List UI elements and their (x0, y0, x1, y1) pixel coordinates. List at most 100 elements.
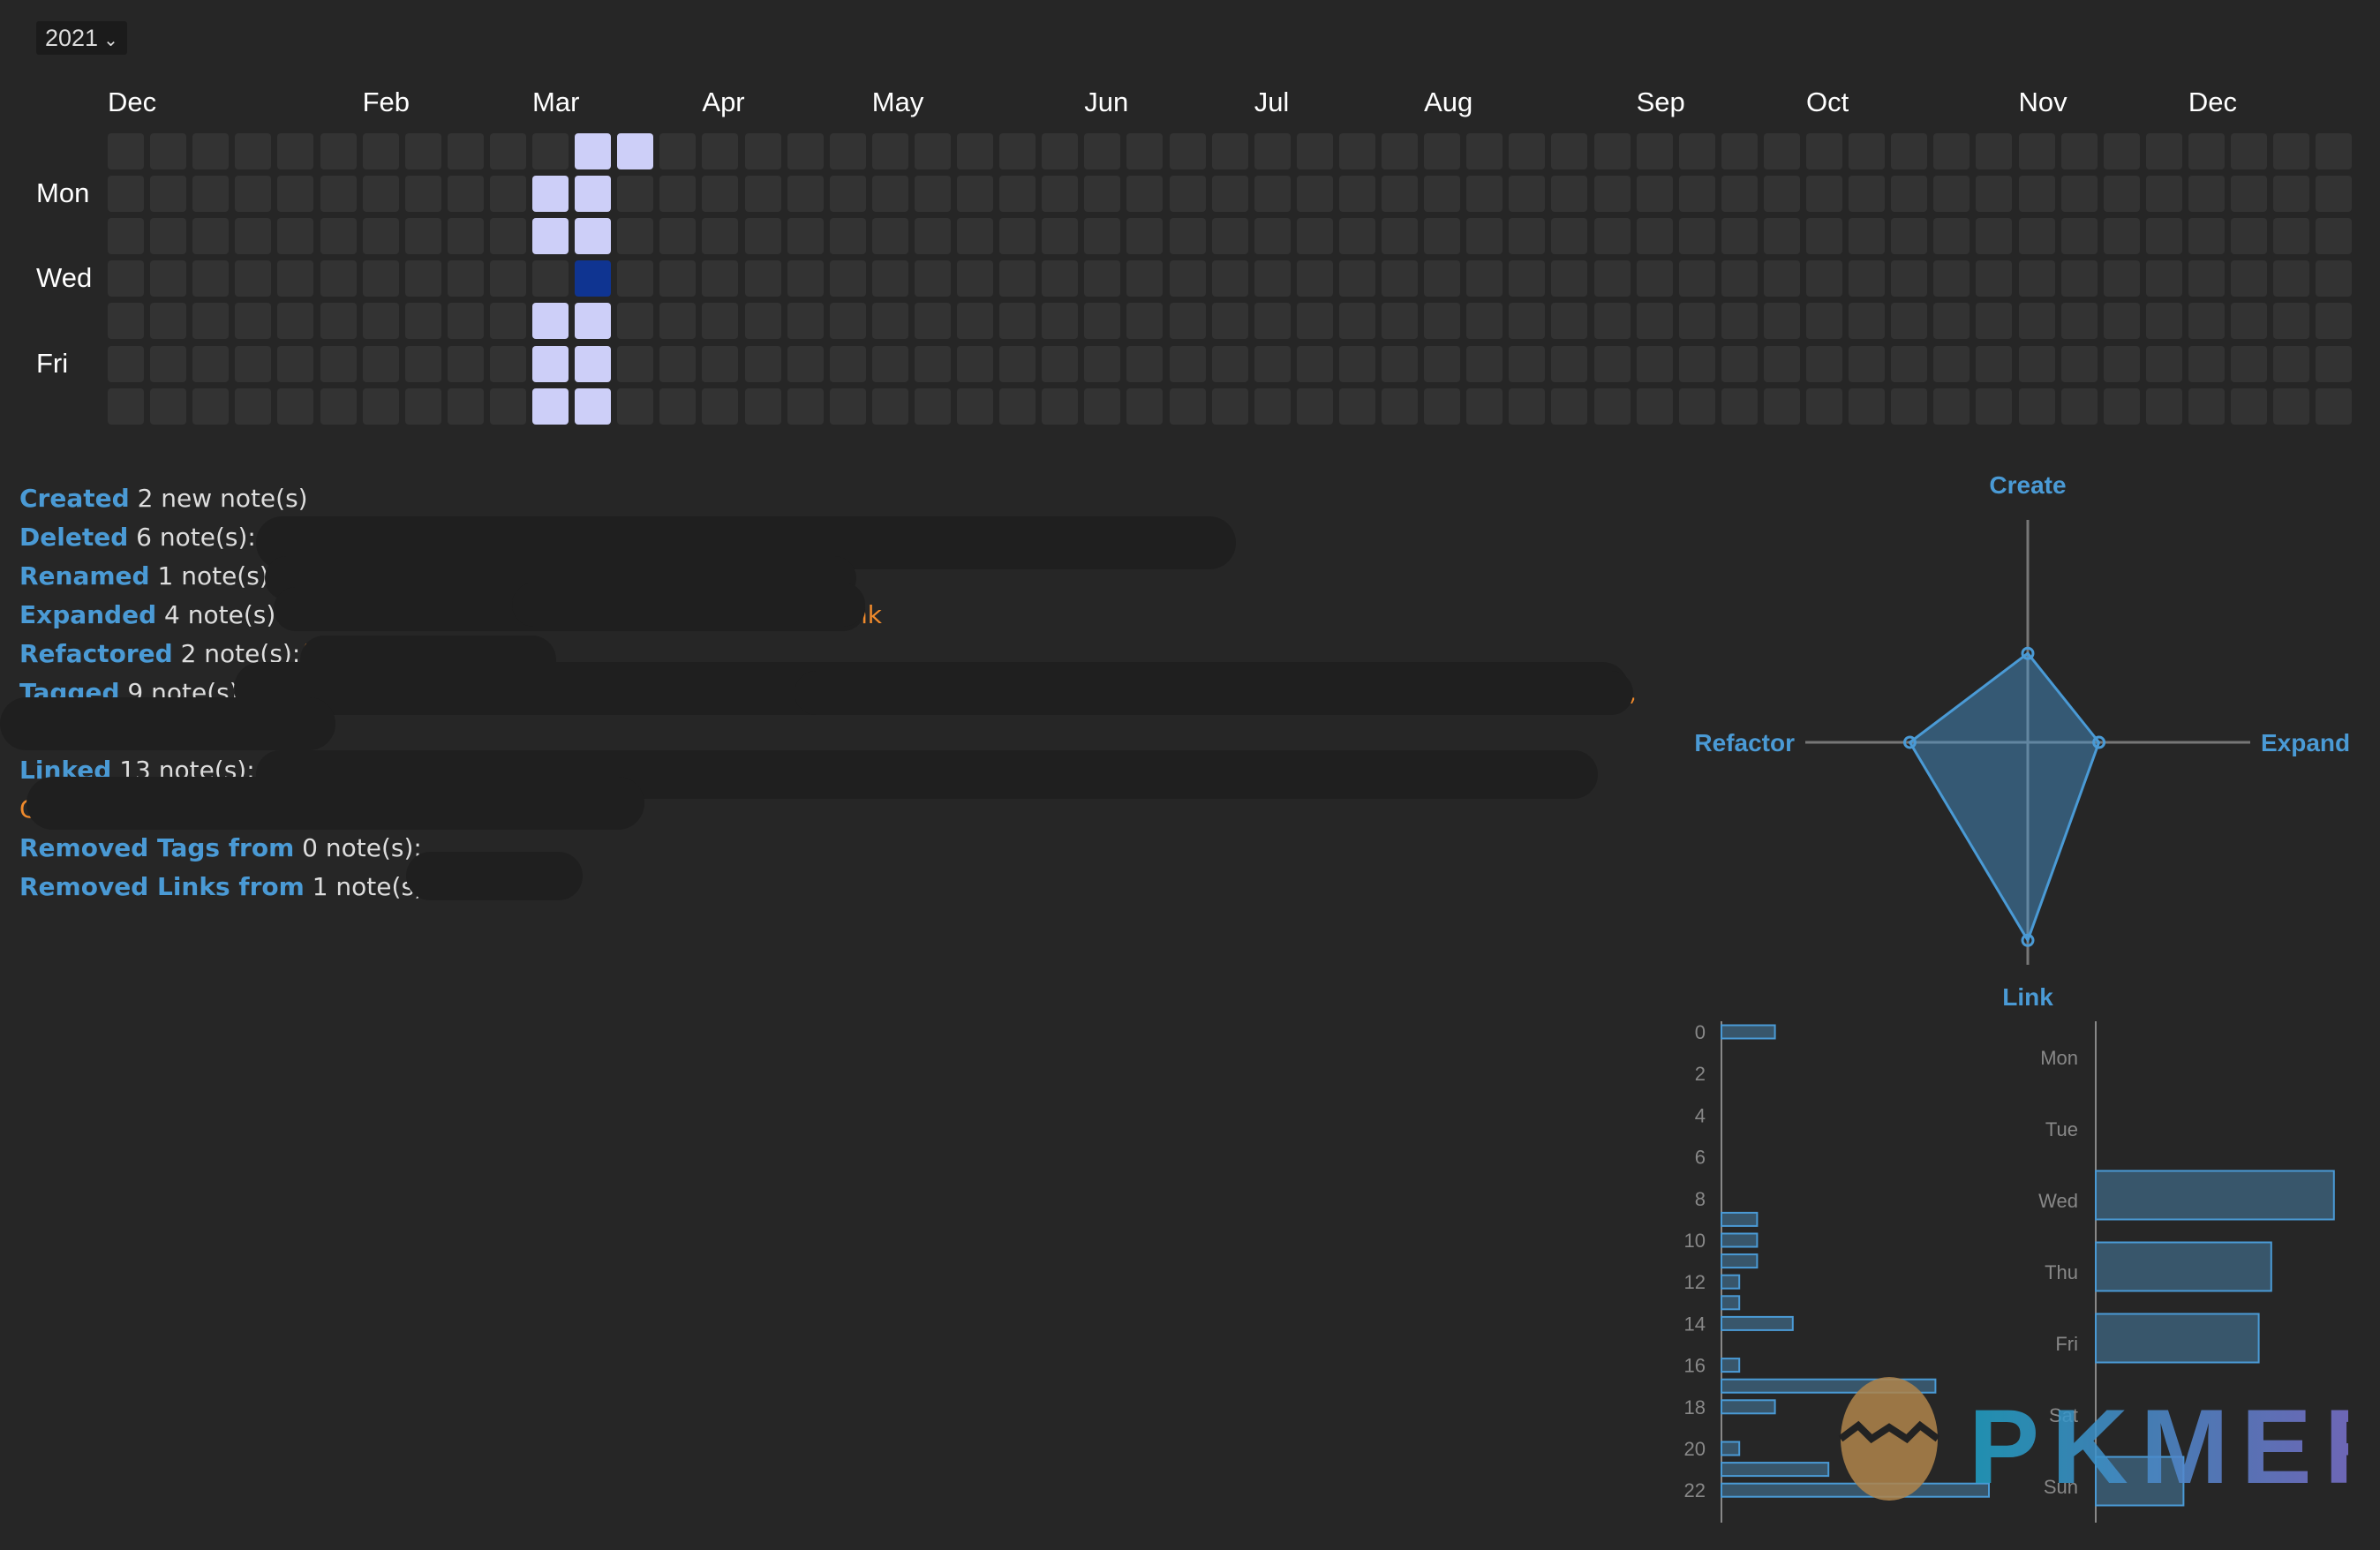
heatmap-cell[interactable] (2231, 303, 2267, 340)
heatmap-cell[interactable] (575, 176, 612, 213)
heatmap-cell[interactable] (2103, 345, 2140, 382)
heatmap-cell[interactable] (744, 260, 781, 297)
heatmap-cell[interactable] (320, 260, 357, 297)
heatmap-cell[interactable] (489, 260, 526, 297)
heatmap-cell[interactable] (702, 218, 739, 255)
heatmap-cell[interactable] (1424, 388, 1461, 425)
heatmap-cell[interactable] (235, 176, 272, 213)
heatmap-cell[interactable] (829, 218, 866, 255)
heatmap-cell[interactable] (447, 345, 484, 382)
heatmap-cell[interactable] (1636, 218, 1673, 255)
heatmap-cell[interactable] (829, 345, 866, 382)
heatmap-cell[interactable] (2145, 260, 2182, 297)
heatmap-cell[interactable] (2316, 218, 2353, 255)
heatmap-cell[interactable] (1849, 303, 1886, 340)
heatmap-cell[interactable] (702, 260, 739, 297)
heatmap-cell[interactable] (1891, 303, 1928, 340)
heatmap-cell[interactable] (659, 260, 697, 297)
heatmap-cell[interactable] (914, 388, 951, 425)
heatmap-cell[interactable] (1296, 176, 1333, 213)
heatmap-cell[interactable] (108, 303, 144, 340)
heatmap-cell[interactable] (532, 218, 569, 255)
heatmap-cell[interactable] (871, 176, 908, 213)
heatmap-cell[interactable] (1126, 388, 1164, 425)
heatmap-cell[interactable] (1382, 303, 1418, 340)
heatmap-cell[interactable] (150, 303, 187, 340)
heatmap-cell[interactable] (1678, 388, 1715, 425)
heatmap-cell[interactable] (999, 260, 1036, 297)
heatmap-cell[interactable] (489, 303, 526, 340)
heatmap-cell[interactable] (1636, 388, 1673, 425)
heatmap-cell[interactable] (1509, 345, 1546, 382)
heatmap-cell[interactable] (2018, 176, 2055, 213)
heatmap-cell[interactable] (1678, 176, 1715, 213)
heatmap-cell[interactable] (447, 388, 484, 425)
heatmap-cell[interactable] (2231, 388, 2267, 425)
heatmap-cell[interactable] (744, 176, 781, 213)
heatmap-cell[interactable] (1382, 345, 1418, 382)
heatmap-cell[interactable] (1763, 303, 1800, 340)
heatmap-cell[interactable] (659, 218, 697, 255)
heatmap-cell[interactable] (404, 218, 441, 255)
heatmap-cell[interactable] (362, 303, 399, 340)
heatmap-cell[interactable] (404, 388, 441, 425)
hour-bar[interactable] (1721, 1295, 1741, 1311)
heatmap-cell[interactable] (659, 345, 697, 382)
heatmap-cell[interactable] (1593, 176, 1631, 213)
heatmap-cell[interactable] (1849, 133, 1886, 169)
heatmap-cell[interactable] (2231, 133, 2267, 169)
heatmap-cell[interactable] (1721, 260, 1758, 297)
heatmap-cell[interactable] (1976, 260, 2013, 297)
heatmap-cell[interactable] (744, 218, 781, 255)
heatmap-cell[interactable] (1254, 303, 1291, 340)
heatmap-cell[interactable] (1509, 260, 1546, 297)
heatmap-cell[interactable] (1042, 133, 1079, 169)
heatmap-cell[interactable] (2060, 388, 2098, 425)
heatmap-cell[interactable] (1551, 260, 1588, 297)
heatmap-cell[interactable] (1593, 218, 1631, 255)
heatmap-cell[interactable] (489, 133, 526, 169)
heatmap-cell[interactable] (1678, 303, 1715, 340)
heatmap-cell[interactable] (2188, 133, 2225, 169)
heatmap-cell[interactable] (1466, 260, 1503, 297)
heatmap-cell[interactable] (108, 218, 144, 255)
heatmap-cell[interactable] (575, 218, 612, 255)
heatmap-cell[interactable] (1211, 176, 1248, 213)
heatmap-cell[interactable] (277, 345, 314, 382)
heatmap-cell[interactable] (108, 260, 144, 297)
heatmap-cell[interactable] (362, 345, 399, 382)
heatmap-cell[interactable] (1976, 133, 2013, 169)
heatmap-cell[interactable] (2273, 218, 2310, 255)
heatmap-cell[interactable] (235, 345, 272, 382)
heatmap-cell[interactable] (1763, 176, 1800, 213)
heatmap-cell[interactable] (1424, 345, 1461, 382)
heatmap-cell[interactable] (1126, 303, 1164, 340)
heatmap-cell[interactable] (532, 133, 569, 169)
heatmap-cell[interactable] (1933, 303, 1970, 340)
heatmap-cell[interactable] (362, 218, 399, 255)
heatmap-cell[interactable] (1891, 218, 1928, 255)
heatmap-cell[interactable] (1042, 345, 1079, 382)
heatmap-cell[interactable] (1254, 218, 1291, 255)
heatmap-cell[interactable] (192, 133, 230, 169)
heatmap-cell[interactable] (1806, 133, 1842, 169)
heatmap-cell[interactable] (1084, 303, 1121, 340)
heatmap-cell[interactable] (1254, 133, 1291, 169)
heatmap-cell[interactable] (1296, 133, 1333, 169)
heatmap-cell[interactable] (1509, 218, 1546, 255)
heatmap-cell[interactable] (1254, 388, 1291, 425)
heatmap-cell[interactable] (1296, 218, 1333, 255)
log-verb-link[interactable]: Renamed (19, 561, 150, 591)
hour-bar[interactable] (1721, 1274, 1741, 1290)
heatmap-cell[interactable] (235, 303, 272, 340)
heatmap-cell[interactable] (1593, 303, 1631, 340)
heatmap-cell[interactable] (957, 345, 993, 382)
heatmap-cell[interactable] (914, 345, 951, 382)
heatmap-cell[interactable] (617, 218, 654, 255)
heatmap-cell[interactable] (532, 303, 569, 340)
heatmap-cell[interactable] (1126, 260, 1164, 297)
heatmap-cell[interactable] (1211, 218, 1248, 255)
heatmap-cell[interactable] (1211, 345, 1248, 382)
log-verb-link[interactable]: Refactored (19, 639, 173, 668)
log-verb-link[interactable]: Expanded (19, 600, 156, 629)
